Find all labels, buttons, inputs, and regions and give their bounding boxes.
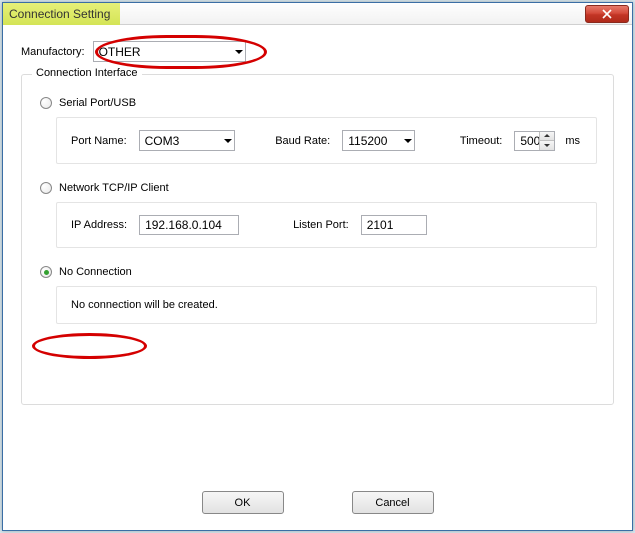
ip-address-input[interactable]: 192.168.0.104 — [139, 215, 239, 235]
cancel-button[interactable]: Cancel — [352, 491, 434, 514]
port-name-label: Port Name: — [71, 135, 127, 147]
window-title: Connection Setting — [3, 3, 120, 25]
manufactory-row: Manufactory: OTHER — [21, 41, 614, 62]
connection-interface-group: Connection Interface Serial Port/USB Por… — [21, 74, 614, 405]
timeout-down-button[interactable] — [540, 141, 554, 150]
button-bar: OK Cancel — [3, 491, 632, 514]
port-name-value: COM3 — [145, 134, 180, 148]
noconn-radio-row[interactable]: No Connection — [40, 266, 597, 278]
ok-button[interactable]: OK — [202, 491, 284, 514]
listen-port-label: Listen Port: — [293, 219, 349, 231]
tcp-radio-row[interactable]: Network TCP/IP Client — [40, 182, 597, 194]
connection-interface-legend: Connection Interface — [32, 67, 142, 79]
noconn-panel: No connection will be created. — [56, 286, 597, 324]
chevron-down-icon — [544, 144, 550, 147]
dialog-content: Manufactory: OTHER Connection Interface … — [3, 25, 632, 415]
listen-port-value: 2101 — [367, 218, 394, 232]
tcp-panel: IP Address: 192.168.0.104 Listen Port: 2… — [56, 202, 597, 248]
chevron-down-icon — [224, 139, 232, 143]
noconn-radio[interactable] — [40, 266, 52, 278]
timeout-label: Timeout: — [460, 135, 502, 147]
serial-panel: Port Name: COM3 Baud Rate: 115200 Timeou… — [56, 117, 597, 164]
baud-rate-value: 115200 — [348, 134, 387, 148]
timeout-spinner[interactable]: 500 — [514, 131, 555, 151]
serial-radio-row[interactable]: Serial Port/USB — [40, 97, 597, 109]
manufactory-label: Manufactory: — [21, 46, 85, 58]
ip-address-value: 192.168.0.104 — [145, 218, 222, 232]
tcp-radio[interactable] — [40, 182, 52, 194]
timeout-value: 500 — [515, 132, 539, 150]
chevron-down-icon — [235, 50, 243, 54]
baud-rate-label: Baud Rate: — [275, 135, 330, 147]
chevron-down-icon — [404, 139, 412, 143]
port-name-combo[interactable]: COM3 — [139, 130, 236, 151]
timeout-up-button[interactable] — [540, 132, 554, 142]
timeout-unit: ms — [565, 135, 580, 147]
connection-setting-dialog: Connection Setting Manufactory: OTHER Co… — [2, 2, 633, 531]
noconn-description: No connection will be created. — [71, 299, 218, 311]
serial-radio-label: Serial Port/USB — [59, 97, 136, 109]
manufactory-combo[interactable]: OTHER — [93, 41, 246, 62]
manufactory-value: OTHER — [99, 45, 141, 59]
tcp-radio-label: Network TCP/IP Client — [59, 182, 169, 194]
close-icon — [602, 9, 612, 19]
chevron-up-icon — [544, 134, 550, 137]
serial-radio[interactable] — [40, 97, 52, 109]
baud-rate-combo[interactable]: 115200 — [342, 130, 415, 151]
noconn-radio-label: No Connection — [59, 266, 132, 278]
ip-address-label: IP Address: — [71, 219, 127, 231]
titlebar: Connection Setting — [3, 3, 632, 25]
listen-port-input[interactable]: 2101 — [361, 215, 427, 235]
close-button[interactable] — [585, 5, 629, 23]
